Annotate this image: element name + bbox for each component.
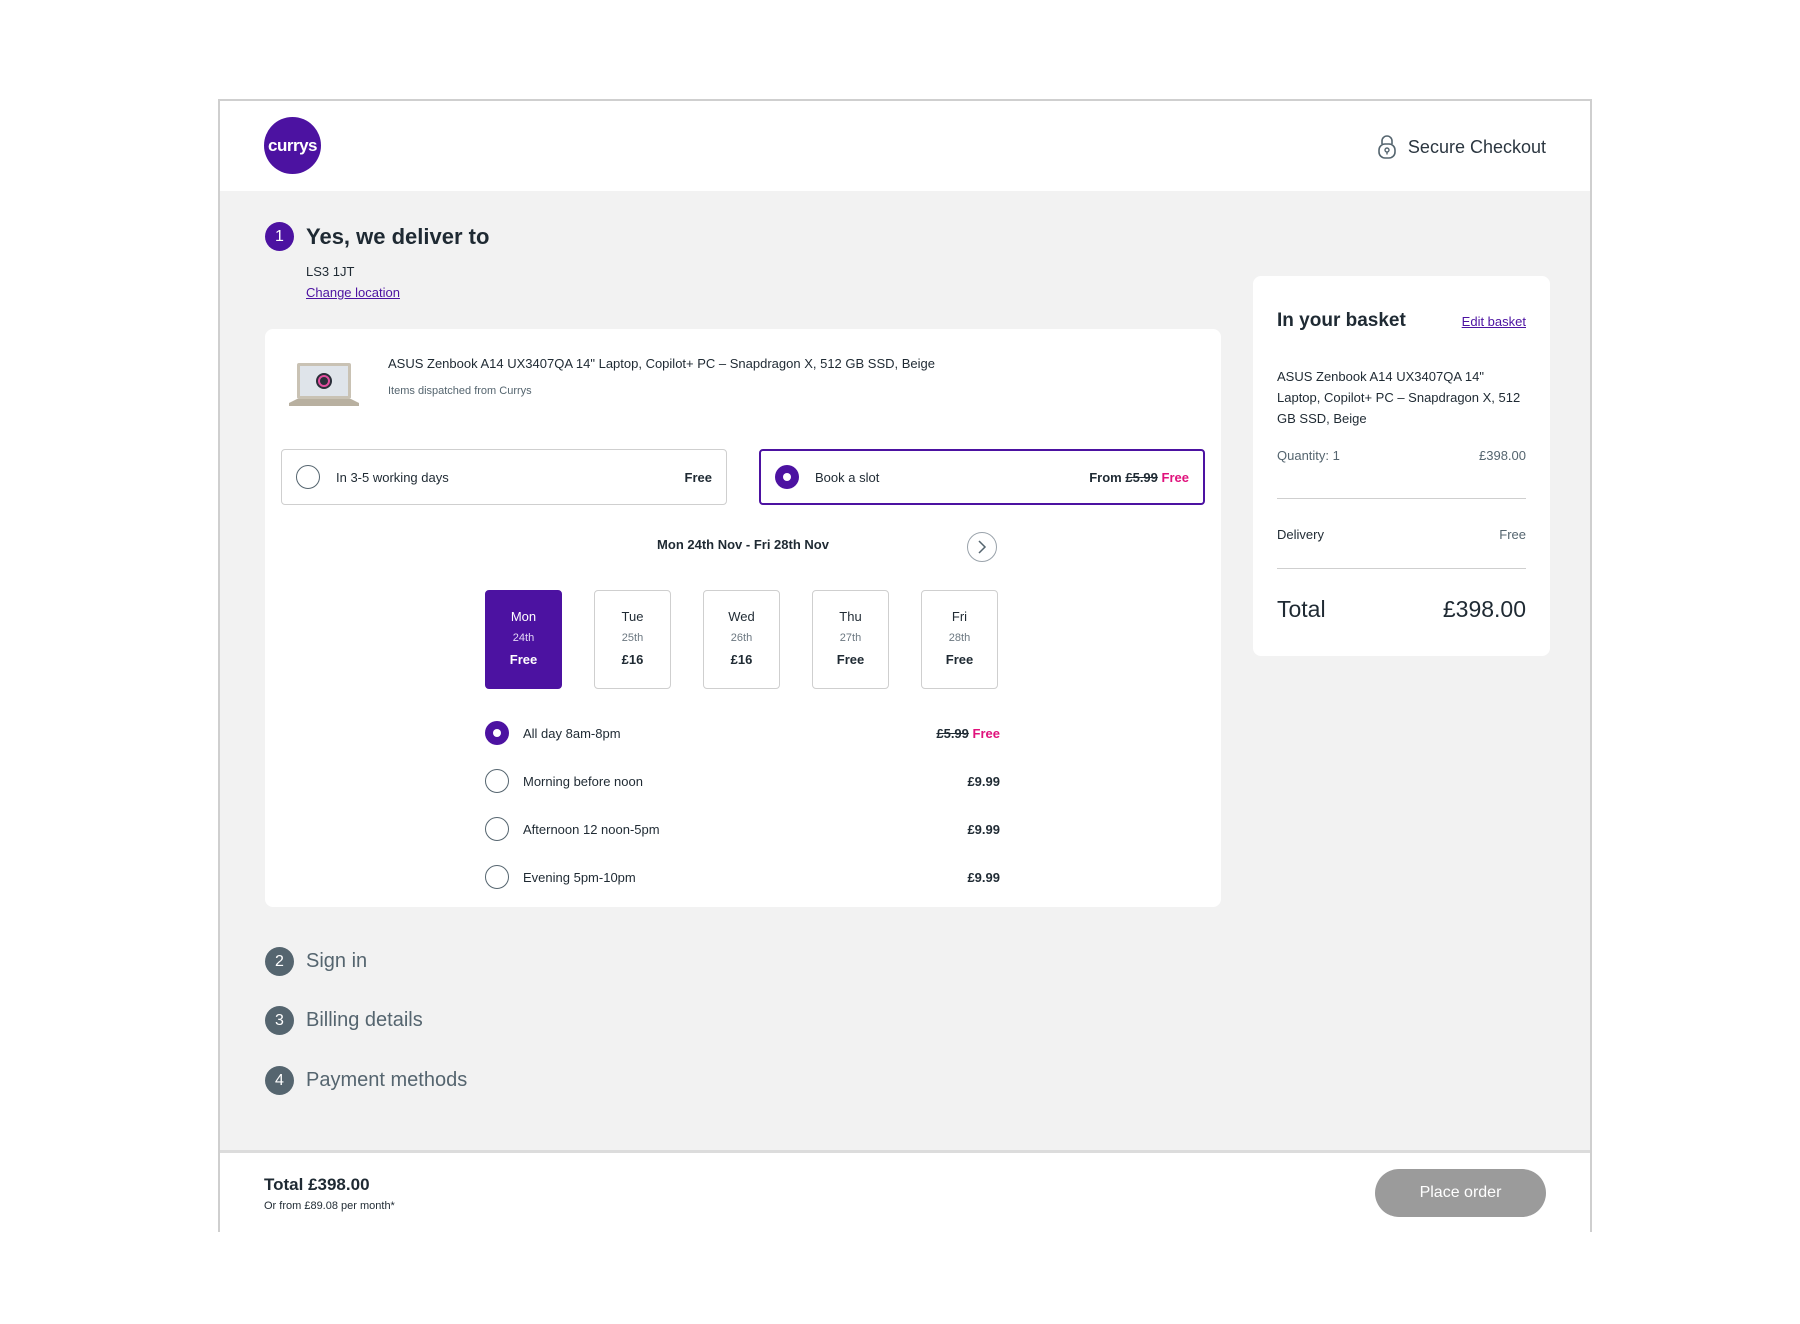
day-name: Tue <box>621 609 644 624</box>
slot-evening[interactable]: Evening 5pm-10pm £9.99 <box>485 853 1000 901</box>
postcode: LS3 1JT <box>306 264 355 279</box>
day-thu[interactable]: Thu 27th Free <box>812 590 889 689</box>
chevron-right-icon <box>978 540 987 554</box>
step-payment[interactable]: 4 Payment methods <box>265 1066 467 1095</box>
slot-label: Morning before noon <box>523 773 643 789</box>
slot-price: £9.99 <box>967 773 1000 789</box>
basket-total-value: £398.00 <box>1442 596 1526 622</box>
day-name: Mon <box>510 609 537 624</box>
slot-price: £5.99 Free <box>936 726 1000 741</box>
radio-afternoon[interactable] <box>485 817 509 841</box>
standard-label: In 3-5 working days <box>336 469 449 485</box>
slot-label: All day 8am-8pm <box>523 725 621 741</box>
secure-checkout-label: Secure Checkout <box>1407 136 1546 157</box>
dispatch-note: Items dispatched from Currys <box>388 385 532 397</box>
slot-all-day[interactable]: All day 8am-8pm £5.99 Free <box>485 709 1000 757</box>
day-price: £16 <box>621 652 644 667</box>
day-price: £16 <box>730 652 753 667</box>
day-mon[interactable]: Mon 24th Free <box>485 590 562 689</box>
slot-price: £9.99 <box>967 869 1000 885</box>
day-date: 25th <box>621 632 644 644</box>
basket-total-label: Total <box>1277 596 1326 622</box>
basket-delivery-label: Delivery <box>1277 527 1324 542</box>
radio-all-day[interactable] <box>485 721 509 745</box>
product-name: ASUS Zenbook A14 UX3407QA 14" Laptop, Co… <box>388 356 935 371</box>
day-wed[interactable]: Wed 26th £16 <box>703 590 780 689</box>
slot-label: Evening 5pm-10pm <box>523 869 636 885</box>
week-range: Mon 24th Nov - Fri 28th Nov <box>657 537 829 552</box>
day-name: Fri <box>951 609 968 624</box>
step-sign-in[interactable]: 2 Sign in <box>265 947 367 976</box>
currys-logo[interactable]: currys <box>264 117 321 174</box>
divider <box>1277 498 1526 499</box>
step-3-badge: 3 <box>265 1006 294 1035</box>
footer-monthly: Or from £89.08 per month* <box>264 1200 395 1212</box>
radio-evening[interactable] <box>485 865 509 889</box>
step-4-title: Payment methods <box>306 1069 468 1091</box>
day-picker: Mon 24th Free Tue 25th £16 Wed 26th £16 … <box>485 590 998 689</box>
checkout-footer: Total £398.00 Or from £89.08 per month* … <box>220 1150 1590 1232</box>
change-location-link[interactable]: Change location <box>306 285 400 300</box>
radio-slot[interactable] <box>775 465 799 489</box>
slot-from: From <box>1089 469 1122 485</box>
day-tue[interactable]: Tue 25th £16 <box>594 590 671 689</box>
basket-delivery-row: Delivery Free <box>1277 527 1526 542</box>
day-date: 24th <box>512 632 535 644</box>
day-price: Free <box>945 652 974 667</box>
slot-label: Afternoon 12 noon-5pm <box>523 821 660 837</box>
step-1-badge: 1 <box>265 222 294 251</box>
step-billing[interactable]: 3 Billing details <box>265 1006 423 1035</box>
step-delivery-header: 1 Yes, we deliver to <box>265 222 489 251</box>
laptop-image <box>289 363 359 406</box>
standard-price: Free <box>684 469 712 485</box>
day-name: Thu <box>839 609 862 624</box>
slot-free: Free <box>972 725 1000 741</box>
day-date: 26th <box>730 632 753 644</box>
checkout-frame: currys Secure Checkout 1 Yes, we deliver… <box>218 99 1592 1232</box>
basket-item-price: £398.00 <box>1479 448 1526 463</box>
slot-afternoon[interactable]: Afternoon 12 noon-5pm £9.99 <box>485 805 1000 853</box>
step-2-badge: 2 <box>265 947 294 976</box>
slot-label: Book a slot <box>815 469 880 485</box>
time-slot-list: All day 8am-8pm £5.99 Free Morning befor… <box>485 709 1000 901</box>
day-price: Free <box>509 652 538 667</box>
delivery-option-standard[interactable]: In 3-5 working days Free <box>281 449 727 505</box>
day-fri[interactable]: Fri 28th Free <box>921 590 998 689</box>
lock-icon <box>1378 135 1396 159</box>
radio-standard[interactable] <box>296 465 320 489</box>
day-price: Free <box>836 652 865 667</box>
step-4-badge: 4 <box>265 1066 294 1095</box>
basket-quantity: Quantity: 1 <box>1277 448 1340 463</box>
header: currys Secure Checkout <box>220 101 1590 191</box>
footer-total: Total £398.00 <box>264 1175 370 1194</box>
slot-old-price: £5.99 <box>936 725 969 741</box>
delivery-option-slot[interactable]: Book a slot From £5.99 Free <box>759 449 1205 505</box>
step-1-title: Yes, we deliver to <box>306 223 490 249</box>
day-date: 28th <box>948 632 971 644</box>
basket-total-row: Total £398.00 <box>1277 596 1526 623</box>
slot-price: £9.99 <box>967 821 1000 837</box>
edit-basket-link[interactable]: Edit basket <box>1462 314 1526 329</box>
delivery-card: ASUS Zenbook A14 UX3407QA 14" Laptop, Co… <box>265 329 1221 907</box>
slot-morning[interactable]: Morning before noon £9.99 <box>485 757 1000 805</box>
secure-checkout: Secure Checkout <box>1376 134 1546 160</box>
basket-quantity-row: Quantity: 1 £398.00 <box>1277 448 1526 463</box>
slot-price: From £5.99 Free <box>1089 470 1189 485</box>
basket-title: In your basket <box>1277 310 1406 331</box>
radio-morning[interactable] <box>485 769 509 793</box>
basket-delivery-price: Free <box>1499 527 1526 542</box>
place-order-button[interactable]: Place order <box>1375 1169 1546 1217</box>
basket-summary: In your basket Edit basket ASUS Zenbook … <box>1253 276 1550 656</box>
day-date: 27th <box>839 632 862 644</box>
step-3-title: Billing details <box>306 1009 423 1031</box>
day-name: Wed <box>728 609 755 624</box>
slot-free: Free <box>1161 469 1189 485</box>
next-week-button[interactable] <box>967 532 997 562</box>
slot-old-price: £5.99 <box>1125 469 1158 485</box>
divider <box>1277 568 1526 569</box>
basket-product-name: ASUS Zenbook A14 UX3407QA 14" Laptop, Co… <box>1277 369 1521 426</box>
step-2-title: Sign in <box>306 950 368 972</box>
